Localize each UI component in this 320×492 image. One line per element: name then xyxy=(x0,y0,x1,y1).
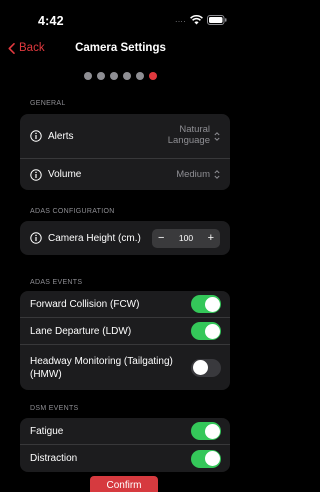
alerts-picker[interactable]: Natural Language xyxy=(167,124,220,147)
volume-picker[interactable]: Medium xyxy=(176,169,220,180)
toggle-row-fatigue: Fatigue xyxy=(20,418,230,445)
camera-height-row: Camera Height (cm.) − 100 + xyxy=(20,221,230,255)
info-icon xyxy=(30,168,42,181)
fatigue-label: Fatigue xyxy=(30,425,64,437)
toggle-knob xyxy=(204,323,220,339)
volume-row: Volume Medium xyxy=(20,159,230,190)
camera-height-value: 100 xyxy=(178,233,194,243)
ldw-toggle[interactable] xyxy=(191,322,221,340)
battery-icon xyxy=(207,14,227,25)
dsm-events-group: Fatigue Distraction xyxy=(20,418,230,472)
camera-height-label-wrap: Camera Height (cm.) xyxy=(30,232,141,244)
adas-configuration-group: Camera Height (cm.) − 100 + xyxy=(20,221,230,255)
alerts-value: Natural Language xyxy=(167,124,210,147)
fcw-label: Forward Collision (FCW) xyxy=(30,298,140,310)
confirm-button[interactable]: Confirm xyxy=(90,476,158,492)
page-dot xyxy=(136,72,144,80)
page-dot xyxy=(110,72,118,80)
page-indicator xyxy=(0,72,241,80)
section-header-adas-events: ADAS EVENTS xyxy=(30,279,83,286)
hmw-toggle[interactable] xyxy=(191,358,221,377)
distraction-toggle[interactable] xyxy=(191,449,221,468)
signal-icon: .... xyxy=(175,15,186,24)
toggle-knob xyxy=(204,451,220,466)
chevron-up-down-icon xyxy=(214,131,220,141)
adas-events-group: Forward Collision (FCW) Lane Departure (… xyxy=(20,291,230,390)
volume-label: Volume xyxy=(48,169,82,180)
toggle-knob xyxy=(192,360,208,375)
toggle-knob xyxy=(204,296,220,312)
info-icon xyxy=(30,130,42,142)
status-icons: .... xyxy=(175,14,227,25)
toggle-row-ldw: Lane Departure (LDW) xyxy=(20,318,230,345)
hmw-label: Headway Monitoring (Tailgating) (HMW) xyxy=(30,355,173,380)
toggle-row-fcw: Forward Collision (FCW) xyxy=(20,291,230,318)
toggle-row-distraction: Distraction xyxy=(20,445,230,472)
page-dot xyxy=(97,72,105,80)
decrement-button[interactable]: − xyxy=(158,232,164,244)
alerts-label-wrap: Alerts xyxy=(30,130,74,142)
ldw-label: Lane Departure (LDW) xyxy=(30,325,132,337)
wifi-icon xyxy=(190,14,203,25)
distraction-label: Distraction xyxy=(30,453,78,464)
camera-height-stepper: − 100 + xyxy=(152,228,220,248)
volume-label-wrap: Volume xyxy=(30,168,82,181)
section-header-general: GENERAL xyxy=(30,100,66,107)
fcw-toggle[interactable] xyxy=(191,295,221,313)
section-header-dsm-events: DSM EVENTS xyxy=(30,405,79,412)
navigation-bar: Back Camera Settings xyxy=(0,38,241,62)
page-dot xyxy=(84,72,92,80)
toggle-knob xyxy=(204,423,220,439)
section-header-adas-configuration: ADAS CONFIGURATION xyxy=(30,208,115,215)
increment-button[interactable]: + xyxy=(208,232,214,244)
status-bar: 4:42 .... xyxy=(0,0,241,38)
volume-value: Medium xyxy=(176,169,210,180)
fatigue-toggle[interactable] xyxy=(191,422,221,440)
page-dot xyxy=(123,72,131,80)
alerts-row: Alerts Natural Language xyxy=(20,114,230,159)
page-dot-active xyxy=(149,72,157,80)
alerts-label: Alerts xyxy=(48,130,74,142)
info-icon xyxy=(30,232,42,244)
chevron-up-down-icon xyxy=(214,170,220,179)
general-group: Alerts Natural Language Volume Medium xyxy=(20,114,230,190)
alerts-value-line2: Language xyxy=(167,135,210,146)
page-title: Camera Settings xyxy=(75,42,166,54)
status-time: 4:42 xyxy=(38,14,64,28)
toggle-row-hmw: Headway Monitoring (Tailgating) (HMW) xyxy=(20,345,230,390)
camera-height-label: Camera Height (cm.) xyxy=(48,232,141,244)
